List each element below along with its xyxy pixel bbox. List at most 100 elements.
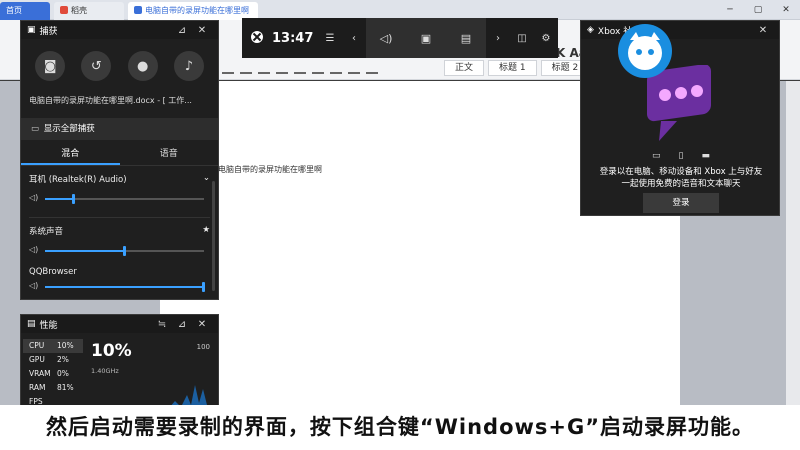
performance-header: ▤ 性能 ≒ ⊿ ✕ — [21, 315, 218, 333]
perf-item-ram[interactable]: RAM 81% — [23, 381, 83, 395]
tab-mix[interactable]: 混合 — [21, 142, 120, 165]
output-device-select[interactable]: 耳机 (Realtek(R) Audio) ⌄ — [21, 166, 218, 185]
chevron-down-icon: ⌄ — [202, 173, 210, 183]
tab-document[interactable]: 电脑自带的录屏功能在哪里啊 — [128, 2, 258, 20]
star-icon[interactable]: ★ — [202, 225, 210, 237]
gear-icon[interactable]: ⚙ — [534, 33, 558, 44]
close-icon[interactable]: ✕ — [192, 25, 212, 36]
system-volume-slider[interactable]: ◁) — [29, 243, 210, 261]
document-scrollbar[interactable] — [786, 81, 800, 405]
close-window-button[interactable]: ✕ — [772, 0, 800, 20]
system-sound-row: 系统声音 ★ — [21, 218, 218, 237]
line-spacing-icon[interactable] — [330, 62, 342, 74]
widget-launcher: ◁) ▣ ▤ — [366, 18, 486, 58]
capture-target: 电脑自带的录屏功能在哪里啊.docx - [ 工作... — [29, 96, 192, 105]
console-icon: ▬ — [701, 151, 710, 161]
performance-icon: ▤ — [27, 319, 36, 329]
tab-voice[interactable]: 语音 — [120, 142, 219, 165]
capture-widget: ▣ 捕获 ⊿ ✕ ◙ ↺ ● ♪ 电脑自带的录屏功能在哪里啊.docx - [ … — [20, 20, 219, 300]
capture-header: ▣ 捕获 ⊿ ✕ — [21, 21, 218, 39]
chevron-left-icon[interactable]: ‹ — [342, 33, 366, 44]
perf-item-gpu[interactable]: GPU 2% — [23, 353, 83, 367]
daoke-icon — [60, 6, 68, 14]
tab-daoke[interactable]: 稻壳 — [54, 2, 124, 20]
perf-item-vram[interactable]: VRAM 0% — [23, 367, 83, 381]
perf-item-cpu[interactable]: CPU 10% — [23, 339, 83, 353]
social-message: 登录以在电脑、移动设备和 Xbox 上与好友 一起使用免费的语音和文本聊天 — [599, 167, 763, 189]
menu-icon[interactable]: ☰ — [318, 33, 342, 44]
output-device-label: 耳机 (Realtek(R) Audio) — [29, 175, 127, 185]
social-icon: ◈ — [587, 25, 594, 35]
graph-max-label: 100 — [196, 343, 210, 351]
volume-icon: ◁) — [29, 245, 39, 254]
performance-list: CPU 10% GPU 2% VRAM 0% RAM 81% FPS — [23, 339, 83, 408]
record-last-icon: ↺ — [90, 58, 102, 74]
app-sound-label: QQBrowser — [29, 267, 77, 277]
social-header: ◈ Xbox 社 ✕ — [581, 21, 779, 39]
shading-icon[interactable] — [348, 62, 360, 74]
justify-icon[interactable] — [312, 62, 324, 74]
xbox-icon[interactable] — [242, 30, 272, 47]
performance-title: 性能 — [39, 320, 58, 331]
style-normal[interactable]: 正文 — [444, 60, 485, 76]
format-row — [222, 60, 378, 76]
doc-icon — [134, 6, 142, 14]
close-icon[interactable]: ✕ — [192, 319, 212, 330]
audio-scrollbar[interactable] — [212, 181, 215, 291]
video-subtitle: 然后启动需要录制的界面，按下组合键“Windows+G”启动录屏功能。 — [0, 405, 800, 450]
pc-icon: ▭ — [652, 151, 661, 161]
game-bar: 13:47 ☰ ‹ ◁) ▣ ▤ › ◫ ⚙ — [242, 18, 558, 58]
avatar — [618, 24, 672, 78]
system-sound-label: 系统声音 — [29, 227, 64, 237]
microphone-button[interactable]: ♪ — [173, 51, 204, 81]
capture-icon: ▣ — [27, 25, 36, 35]
capture-buttons: ◙ ↺ ● ♪ — [21, 39, 218, 89]
start-recording-button[interactable]: ● — [127, 51, 158, 81]
style-heading-1[interactable]: 标题 1 — [488, 60, 537, 76]
audio-tabs: 混合 语音 — [21, 142, 218, 166]
capture-title: 捕获 — [39, 26, 58, 37]
align-right-icon[interactable] — [294, 62, 306, 74]
highlight-icon[interactable] — [222, 62, 234, 74]
performance-widget-icon[interactable]: ▤ — [454, 32, 478, 45]
font-color-icon[interactable] — [240, 62, 252, 74]
screenshot-button[interactable]: ◙ — [35, 51, 66, 81]
device-volume-slider[interactable]: ◁) — [29, 191, 210, 209]
pin-icon[interactable]: ⊿ — [172, 319, 192, 330]
align-left-icon[interactable] — [258, 62, 270, 74]
cpu-graph — [153, 385, 210, 408]
app-sound-row: QQBrowser — [21, 261, 218, 277]
maximize-button[interactable]: ▢ — [744, 0, 772, 20]
xbox-social-widget: ◈ Xbox 社 ✕ ▭ ▯ ▬ 登录以在电脑、移动设备和 Xbox 上与好友 … — [580, 20, 780, 216]
microphone-icon: ♪ — [184, 58, 194, 74]
align-center-icon[interactable] — [276, 62, 288, 74]
camera-icon: ◙ — [43, 58, 57, 74]
record-dot-icon: ● — [136, 58, 149, 74]
show-all-captures-button[interactable]: ▭ 显示全部捕获 — [21, 118, 218, 140]
app-volume-slider[interactable]: ◁) — [29, 279, 210, 297]
cpu-frequency: 1.40GHz — [91, 367, 119, 375]
capture-widget-icon[interactable]: ▣ — [414, 32, 438, 45]
wps-tab-bar: 首页 稻壳 电脑自带的录屏功能在哪里啊 ─ ▢ ✕ — [0, 0, 800, 20]
minimize-button[interactable]: ─ — [716, 0, 744, 20]
volume-icon: ◁) — [29, 281, 39, 290]
settings-icon[interactable]: ≒ — [152, 319, 172, 330]
pin-icon[interactable]: ⊿ — [172, 25, 192, 36]
clock: 13:47 — [272, 30, 314, 46]
volume-icon: ◁) — [29, 193, 39, 202]
document-text[interactable]: 电脑自带的录屏功能在哪里啊 — [218, 164, 322, 175]
mouse-icon[interactable]: ◫ — [510, 33, 534, 44]
phone-icon: ▯ — [678, 151, 684, 161]
audio-widget-icon[interactable]: ◁) — [374, 32, 398, 45]
show-all-label: 显示全部捕获 — [43, 124, 95, 134]
device-icons: ▭ ▯ ▬ — [581, 151, 781, 161]
tab-home[interactable]: 首页 — [0, 2, 50, 20]
cpu-usage-value: 10% — [91, 341, 132, 361]
performance-widget: ▤ 性能 ≒ ⊿ ✕ CPU 10% GPU 2% VRAM 0% RAM 81% FP… — [20, 314, 219, 409]
close-icon[interactable]: ✕ — [753, 25, 773, 36]
border-icon[interactable] — [366, 62, 378, 74]
record-last-button[interactable]: ↺ — [81, 51, 112, 81]
window-controls: ─ ▢ ✕ — [716, 0, 800, 20]
chevron-right-icon[interactable]: › — [486, 33, 510, 44]
login-button[interactable]: 登录 — [643, 193, 719, 213]
